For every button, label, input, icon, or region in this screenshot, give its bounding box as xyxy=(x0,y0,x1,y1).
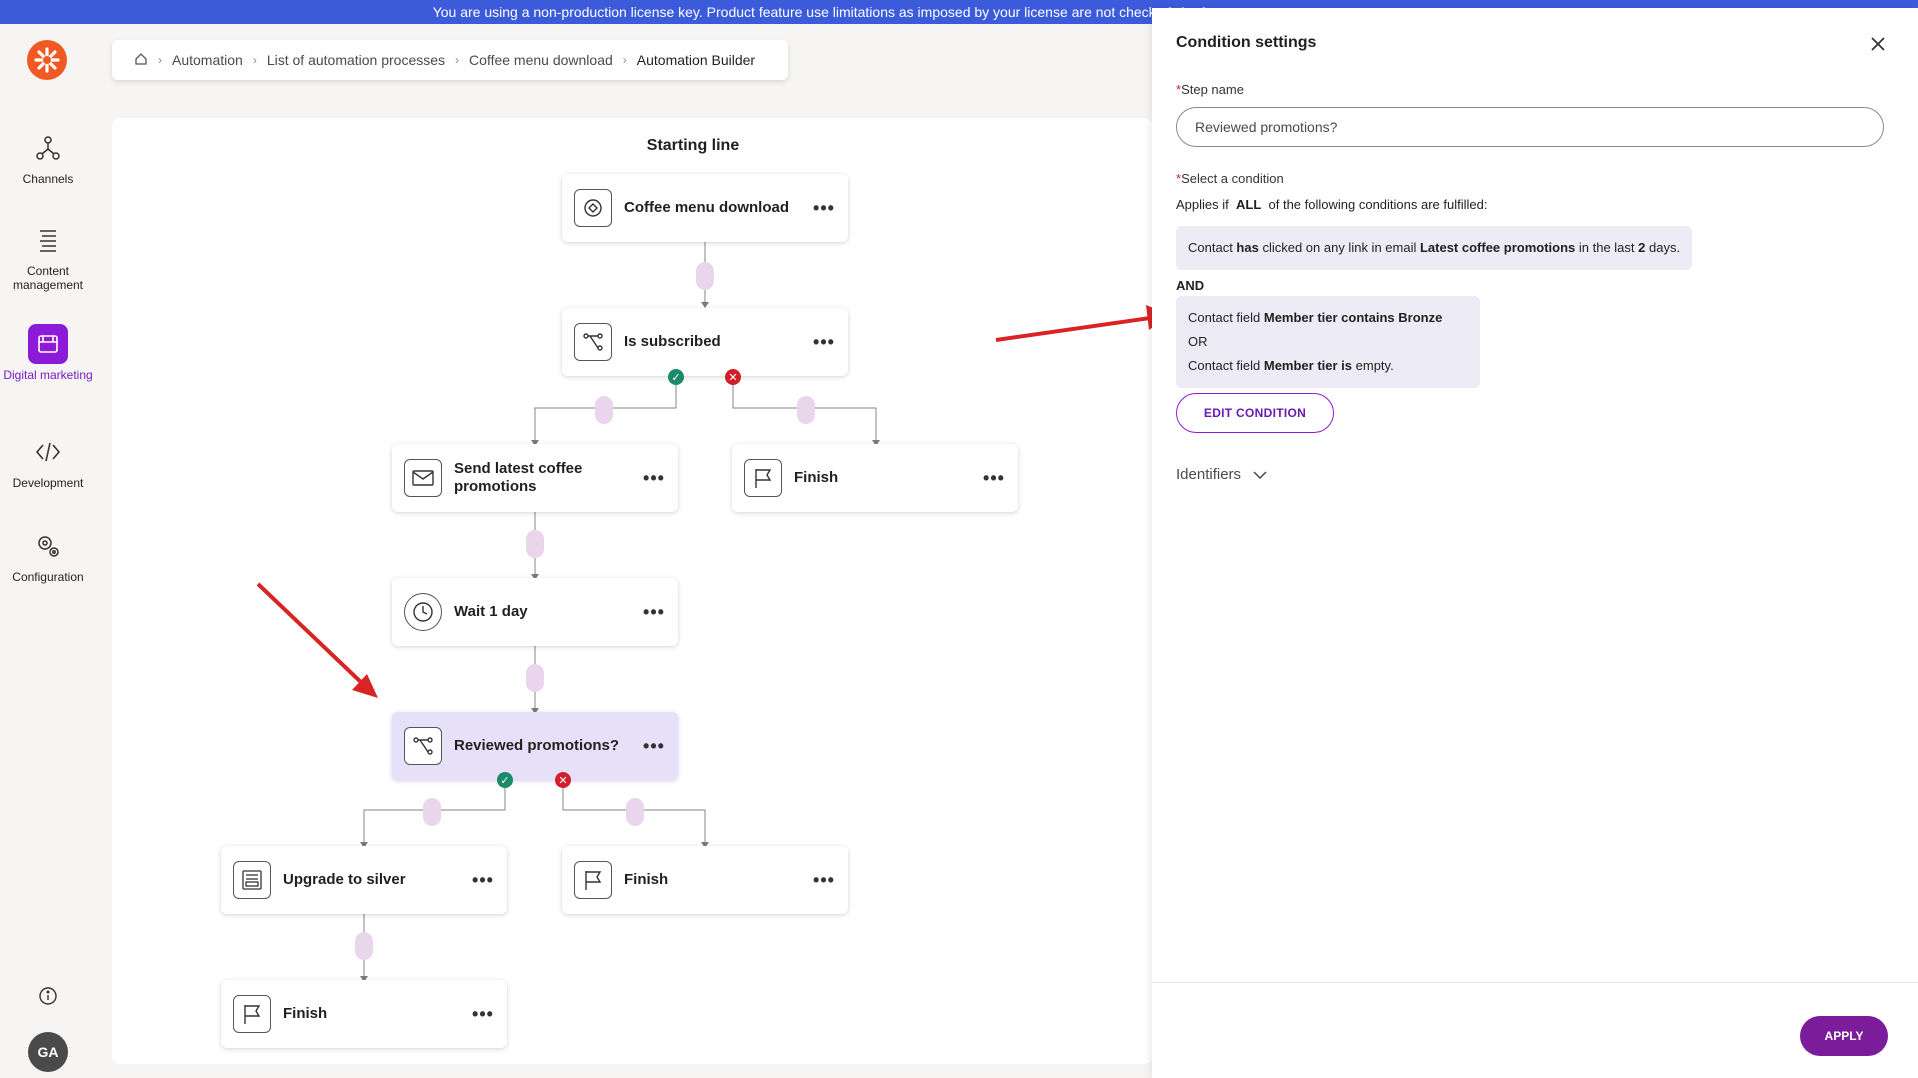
node-more-button[interactable]: ••• xyxy=(812,199,836,217)
add-step-button[interactable] xyxy=(423,798,441,826)
add-step-button[interactable] xyxy=(797,396,815,424)
breadcrumb-item-automation[interactable]: Automation xyxy=(172,52,243,68)
condition-icon xyxy=(404,727,442,765)
nav-item-content-management[interactable]: Content management xyxy=(0,220,96,292)
app-logo-icon[interactable] xyxy=(27,40,67,80)
flow-node-finish[interactable]: Finish ••• xyxy=(221,980,507,1048)
node-more-button[interactable]: ••• xyxy=(812,333,836,351)
chevron-down-icon xyxy=(1253,466,1267,483)
panel-footer-divider xyxy=(1152,982,1918,983)
node-more-button[interactable]: ••• xyxy=(642,603,666,621)
nav-item-label: Development xyxy=(12,476,84,490)
node-more-button[interactable]: ••• xyxy=(471,871,495,889)
apply-button[interactable]: APPLY xyxy=(1800,1016,1888,1056)
node-more-button[interactable]: ••• xyxy=(642,469,666,487)
flow-node-trigger[interactable]: Coffee menu download ••• xyxy=(562,174,848,242)
node-label: Reviewed promotions? xyxy=(454,737,620,754)
node-label: Send latest coffee promotions xyxy=(454,460,583,495)
nav-item-label: Digital marketing xyxy=(3,368,93,382)
no-branch-x-icon: ✕ xyxy=(725,369,741,385)
node-label: Finish xyxy=(794,469,839,486)
node-label: Coffee menu download xyxy=(624,199,789,216)
node-label: Upgrade to silver xyxy=(283,871,406,888)
condition-icon xyxy=(574,323,612,361)
condition-member-tier-empty: Contact field Member tier is empty. xyxy=(1188,358,1394,373)
node-label: Finish xyxy=(283,1005,328,1022)
node-more-button[interactable]: ••• xyxy=(471,1005,495,1023)
digital-marketing-icon xyxy=(28,324,68,364)
gear-icon xyxy=(28,526,68,566)
add-step-button[interactable] xyxy=(696,262,714,290)
add-step-button[interactable] xyxy=(526,664,544,692)
contact-field-icon xyxy=(233,861,271,899)
flag-icon xyxy=(574,861,612,899)
step-name-input[interactable] xyxy=(1176,107,1884,147)
no-branch-x-icon: ✕ xyxy=(555,772,571,788)
applies-statement: Applies if ALL of the following conditio… xyxy=(1176,197,1488,212)
identifiers-label: Identifiers xyxy=(1176,466,1242,483)
breadcrumb-item-current: Automation Builder xyxy=(636,52,756,68)
node-label: Wait 1 day xyxy=(454,603,528,620)
trigger-icon xyxy=(574,189,612,227)
node-label: Finish xyxy=(624,871,669,888)
nav-item-label: Configuration xyxy=(12,570,84,584)
flag-icon xyxy=(233,995,271,1033)
flow-node-finish[interactable]: Finish ••• xyxy=(562,846,848,914)
flag-icon xyxy=(744,459,782,497)
condition-member-tier-bronze: Contact field Member tier contains Bronz… xyxy=(1188,310,1443,325)
edit-condition-button[interactable]: EDIT CONDITION xyxy=(1176,393,1334,433)
left-navigation: Channels Content management Digital mark… xyxy=(0,24,96,1078)
nav-item-label: Channels xyxy=(22,172,74,186)
nav-item-digital-marketing[interactable]: Digital marketing xyxy=(0,324,96,382)
node-label: Is subscribed xyxy=(624,333,721,350)
condition-member-tier: Contact field Member tier contains Bronz… xyxy=(1176,296,1480,388)
flow-node-send-email[interactable]: Send latest coffee promotions ••• xyxy=(392,444,678,512)
flow-node-finish[interactable]: Finish ••• xyxy=(732,444,1018,512)
chevron-right-icon: › xyxy=(455,53,460,67)
chevron-right-icon: › xyxy=(252,53,257,67)
chevron-right-icon: › xyxy=(158,53,162,67)
license-banner-text: You are using a non-production license k… xyxy=(432,4,1176,20)
clock-icon xyxy=(404,593,442,631)
breadcrumb-item-process-list[interactable]: List of automation processes xyxy=(267,52,445,68)
code-icon xyxy=(28,432,68,472)
step-name-label: *Step name xyxy=(1176,82,1244,97)
breadcrumb: › Automation › List of automation proces… xyxy=(112,40,788,80)
condition-email-click: Contact has clicked on any link in email… xyxy=(1176,226,1693,270)
nav-item-development[interactable]: Development xyxy=(0,432,96,490)
panel-title: Condition settings xyxy=(1176,34,1317,51)
add-step-button[interactable] xyxy=(355,932,373,960)
applies-mode: ALL xyxy=(1235,197,1262,212)
breadcrumb-item-process[interactable]: Coffee menu download xyxy=(469,52,613,68)
starting-line-label: Starting line xyxy=(646,137,740,154)
home-icon[interactable] xyxy=(134,52,148,69)
flow-node-condition-selected[interactable]: Reviewed promotions? ••• xyxy=(392,712,678,780)
nav-item-configuration[interactable]: Configuration xyxy=(0,526,96,584)
node-more-button[interactable]: ••• xyxy=(982,469,1006,487)
nav-item-label: Content management xyxy=(12,264,84,292)
and-operator-label: AND xyxy=(1176,278,1205,293)
nav-item-channels[interactable]: Channels xyxy=(0,128,96,186)
flow-node-contact-field[interactable]: Upgrade to silver ••• xyxy=(221,846,507,914)
content-management-icon xyxy=(28,220,68,260)
flow-node-condition[interactable]: Is subscribed ••• xyxy=(562,308,848,376)
channels-icon xyxy=(28,128,68,168)
yes-branch-check-icon: ✓ xyxy=(497,772,513,788)
info-icon[interactable] xyxy=(38,986,58,1006)
yes-branch-check-icon: ✓ xyxy=(668,369,684,385)
select-condition-label: *Select a condition xyxy=(1176,171,1284,186)
user-avatar[interactable]: GA xyxy=(28,1032,68,1072)
node-more-button[interactable]: ••• xyxy=(812,871,836,889)
add-step-button[interactable] xyxy=(595,396,613,424)
chevron-right-icon: › xyxy=(622,53,627,67)
node-more-button[interactable]: ••• xyxy=(642,737,666,755)
add-step-button[interactable] xyxy=(626,798,644,826)
flow-node-wait[interactable]: Wait 1 day ••• xyxy=(392,578,678,646)
email-icon xyxy=(404,459,442,497)
identifiers-toggle[interactable]: Identifiers xyxy=(1176,466,1267,483)
close-icon[interactable] xyxy=(1866,32,1890,56)
or-operator-label: OR xyxy=(1188,334,1208,349)
add-step-button[interactable] xyxy=(526,530,544,558)
condition-settings-panel: Condition settings *Step name *Select a … xyxy=(1152,8,1918,1078)
